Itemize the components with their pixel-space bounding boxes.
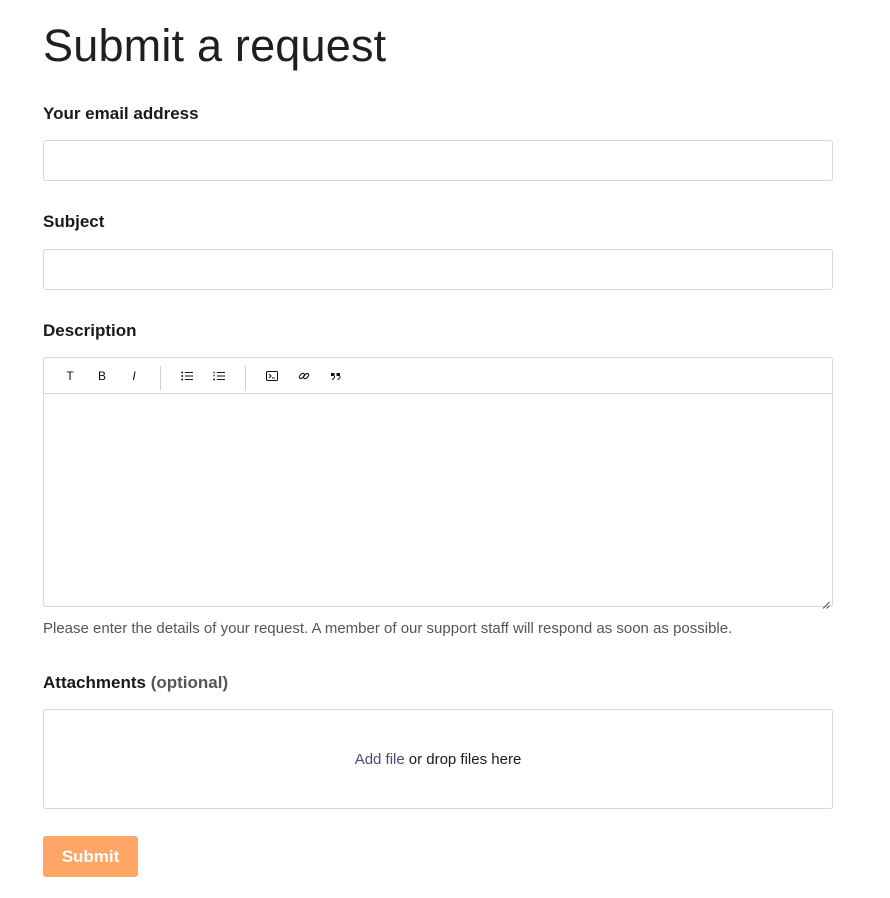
subject-field[interactable] (43, 249, 833, 290)
bold-icon: B (97, 369, 106, 383)
editor-toolbar: T B I (44, 358, 832, 394)
bold-button[interactable]: B (94, 368, 110, 384)
resize-handle-icon[interactable] (822, 596, 830, 609)
code-block-icon (266, 371, 278, 381)
attachments-label-text: Attachments (43, 673, 146, 692)
page-title: Submit a request (43, 20, 387, 71)
email-field[interactable] (43, 140, 833, 181)
description-hint: Please enter the details of your request… (43, 620, 733, 637)
toolbar-divider (160, 366, 161, 390)
code-block-button[interactable] (264, 368, 280, 384)
text-style-icon: T (66, 369, 74, 383)
description-textarea[interactable] (44, 394, 832, 606)
subject-label: Subject (43, 212, 105, 231)
quote-icon (331, 373, 341, 380)
bulleted-list-icon (181, 371, 193, 381)
submit-button[interactable]: Submit (43, 836, 138, 877)
email-label: Your email address (43, 104, 199, 123)
description-label: Description (43, 321, 137, 340)
link-button[interactable] (296, 368, 312, 384)
italic-icon: I (132, 369, 136, 383)
toolbar-divider (245, 366, 246, 390)
attachments-label: Attachments (optional) (43, 672, 228, 694)
italic-button[interactable]: I (126, 368, 142, 384)
quote-button[interactable] (328, 368, 344, 384)
drop-files-text: or drop files here (408, 750, 522, 768)
numbered-list-button[interactable] (211, 368, 227, 384)
description-editor: T B I (43, 357, 833, 609)
numbered-list-icon (213, 371, 225, 381)
link-icon (298, 372, 310, 380)
add-file-link[interactable]: Add file (355, 751, 405, 768)
bulleted-list-button[interactable] (179, 368, 195, 384)
optional-label: (optional) (150, 673, 229, 692)
text-style-button[interactable]: T (62, 368, 78, 384)
attachments-dropzone[interactable]: Add file or drop files here (43, 709, 833, 809)
